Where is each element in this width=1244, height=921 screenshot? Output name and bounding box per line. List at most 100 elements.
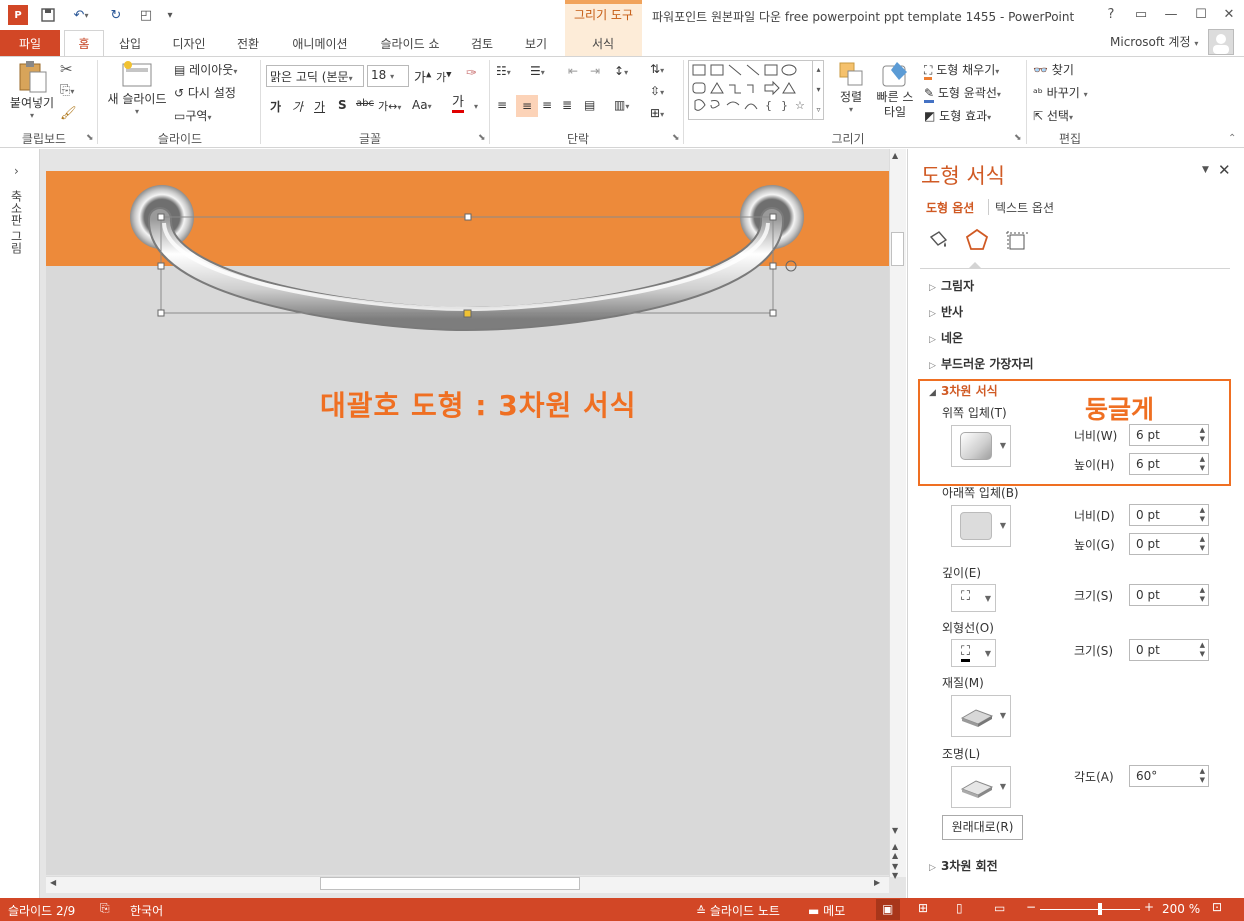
avatar[interactable] <box>1208 29 1234 55</box>
select-button[interactable]: ⇱ 선택▾ <box>1033 107 1073 124</box>
tab-text-options[interactable]: 텍스트 옵션 <box>995 199 1054 216</box>
grow-font-icon[interactable]: 가▲ <box>414 67 431 86</box>
slideshow-view-icon[interactable]: ▭ <box>994 901 1005 915</box>
lighting-picker[interactable]: ▼ <box>951 766 1011 808</box>
previous-slide-icon[interactable]: ▲ ▲ <box>892 842 898 860</box>
fill-line-icon[interactable] <box>926 229 950 256</box>
columns-icon[interactable]: ▥▾ <box>614 98 629 112</box>
zoom-slider-track[interactable] <box>1040 909 1140 910</box>
contour-color-picker[interactable]: ⛶ ▼ <box>951 639 996 667</box>
clipboard-launcher-icon[interactable]: ⬊ <box>86 133 94 143</box>
notes-button[interactable]: ≙ 슬라이드 노트 <box>696 902 780 919</box>
smartart-icon[interactable]: ⊞▾ <box>650 106 664 120</box>
fit-to-window-icon[interactable]: ⊡ <box>1212 900 1222 914</box>
align-text-icon[interactable]: ⇳▾ <box>650 84 664 98</box>
tab-transitions[interactable]: 전환 <box>226 30 270 56</box>
tab-insert[interactable]: 삽입 <box>110 30 150 56</box>
redo-icon[interactable]: ↻ <box>106 5 126 25</box>
layout-button[interactable]: ▤ 레이아웃▾ <box>174 61 237 78</box>
drawing-launcher-icon[interactable]: ⬊ <box>1014 133 1022 143</box>
zoom-level[interactable]: 200 % <box>1162 902 1200 916</box>
pane-close-icon[interactable]: ✕ <box>1218 161 1231 179</box>
paragraph-launcher-icon[interactable]: ⬊ <box>672 133 680 143</box>
section-button[interactable]: ▭구역▾ <box>174 107 211 124</box>
paste-button[interactable]: 붙여넣기 ▾ <box>6 60 58 120</box>
zoom-slider-thumb[interactable] <box>1098 903 1102 915</box>
vertical-scroll-thumb[interactable] <box>891 232 904 266</box>
tab-review[interactable]: 검토 <box>462 30 502 56</box>
scroll-down-icon[interactable]: ▼ <box>892 826 898 835</box>
contour-size-input[interactable]: 0 pt ▲ ▼ <box>1129 639 1209 661</box>
qat-customize-icon[interactable]: ▾ <box>160 5 180 25</box>
effects-icon[interactable] <box>964 227 990 256</box>
char-spacing-icon[interactable]: 가↔▾ <box>378 98 401 114</box>
bracket-shape-3d[interactable] <box>46 171 889 351</box>
bottom-bevel-picker[interactable]: ▼ <box>951 505 1011 547</box>
align-right-icon[interactable]: ≡ <box>542 98 552 112</box>
size-properties-icon[interactable] <box>1004 229 1030 256</box>
tab-shape-options[interactable]: 도형 옵션 <box>926 199 974 216</box>
ribbon-display-options-button[interactable]: ▭ <box>1130 4 1152 24</box>
bottom-bevel-height-input[interactable]: 0 pt ▲ ▼ <box>1129 533 1209 555</box>
format-painter-icon[interactable]: 🖌 <box>60 106 77 121</box>
increase-indent-icon[interactable]: ⇥ <box>590 64 600 78</box>
section-soft-edges[interactable]: ▷ 부드러운 가장자리 <box>929 355 1034 372</box>
depth-size-input[interactable]: 0 pt ▲ ▼ <box>1129 584 1209 606</box>
align-center-icon[interactable]: ≡ <box>516 95 538 117</box>
account-menu[interactable]: Microsoft 계정 ▾ <box>1110 33 1198 50</box>
scroll-up-icon[interactable]: ▲ <box>892 151 898 160</box>
font-launcher-icon[interactable]: ⬊ <box>478 133 486 143</box>
spinner-arrows-icon[interactable]: ▲ ▼ <box>1200 641 1205 659</box>
tab-slide-show[interactable]: 슬라이드 쇼 <box>370 30 450 56</box>
reset-button[interactable]: ↺ 다시 설정 <box>174 84 236 101</box>
tab-format[interactable]: 서식 <box>582 30 624 56</box>
shapes-gallery[interactable]: {} ☆ <box>688 60 824 120</box>
bottom-bevel-width-input[interactable]: 0 pt ▲ ▼ <box>1129 504 1209 526</box>
cut-icon[interactable]: ✂ <box>60 60 73 78</box>
arrange-button[interactable]: 정렬 ▾ <box>834 60 868 114</box>
quick-styles-button[interactable]: 빠른 스타일 <box>870 60 920 120</box>
spinner-arrows-icon[interactable]: ▲ ▼ <box>1200 586 1205 604</box>
spinner-arrows-icon[interactable]: ▲ ▼ <box>1200 535 1205 553</box>
shrink-font-icon[interactable]: 가▼ <box>436 69 452 85</box>
font-name-select[interactable]: 맑은 고딕 (본문▾ <box>266 65 364 87</box>
zoom-in-icon[interactable]: + <box>1144 900 1154 914</box>
horizontal-scroll-thumb[interactable] <box>320 877 580 890</box>
scroll-left-icon[interactable]: ◀ <box>50 878 56 887</box>
help-button[interactable]: ? <box>1100 4 1122 24</box>
shape-fill-button[interactable]: ⛶ 도형 채우기▾ <box>924 61 999 80</box>
copy-icon[interactable]: ⎘▾ <box>60 83 74 98</box>
tab-file[interactable]: 파일 <box>0 30 60 56</box>
tab-home[interactable]: 홈 <box>64 30 104 56</box>
collapse-ribbon-icon[interactable]: ⌃ <box>1228 133 1236 144</box>
text-shadow-icon[interactable]: S <box>338 98 347 112</box>
minimize-button[interactable]: — <box>1160 4 1182 24</box>
expand-thumbnails-icon[interactable]: › <box>14 164 19 178</box>
reset-3d-button[interactable]: 원래대로(R) <box>942 815 1023 840</box>
font-color-icon[interactable]: 가 <box>452 96 464 113</box>
shape-effects-button[interactable]: ◩ 도형 효과▾ <box>924 107 991 124</box>
font-size-select[interactable]: 18 ▾ <box>367 65 409 87</box>
tab-view[interactable]: 보기 <box>516 30 556 56</box>
distributed-icon[interactable]: ▤ <box>584 98 595 112</box>
tab-animations[interactable]: 애니메이션 <box>280 30 360 56</box>
bullets-icon[interactable]: ☷▾ <box>496 64 511 78</box>
depth-color-picker[interactable]: ⛶ ▼ <box>951 584 996 612</box>
close-button[interactable]: ✕ <box>1218 4 1240 24</box>
tab-design[interactable]: 디자인 <box>160 30 218 56</box>
reading-view-icon[interactable]: ▯ <box>956 901 963 915</box>
spell-check-icon[interactable]: ⎘ <box>100 901 110 916</box>
find-button[interactable]: 👓 찾기 <box>1033 61 1074 78</box>
normal-view-button[interactable]: ▣ <box>876 899 900 920</box>
maximize-button[interactable]: ☐ <box>1190 4 1212 24</box>
numbering-icon[interactable]: ☰▾ <box>530 64 545 78</box>
bold-icon[interactable]: 가 <box>270 98 281 115</box>
italic-icon[interactable]: 가 <box>292 98 303 115</box>
section-3d-rotation[interactable]: ▷ 3차원 회전 <box>929 857 998 874</box>
slide-sorter-icon[interactable]: ⊞ <box>918 901 928 915</box>
replace-button[interactable]: ᵃᵇ 바꾸기 ▾ <box>1033 84 1088 101</box>
text-direction-icon[interactable]: ⇅▾ <box>650 62 664 76</box>
justify-icon[interactable]: ≣ <box>562 98 572 112</box>
pane-options-icon[interactable]: ▼ <box>1202 165 1209 175</box>
new-slide-button[interactable]: 새 슬라이드 ▾ <box>102 60 172 116</box>
